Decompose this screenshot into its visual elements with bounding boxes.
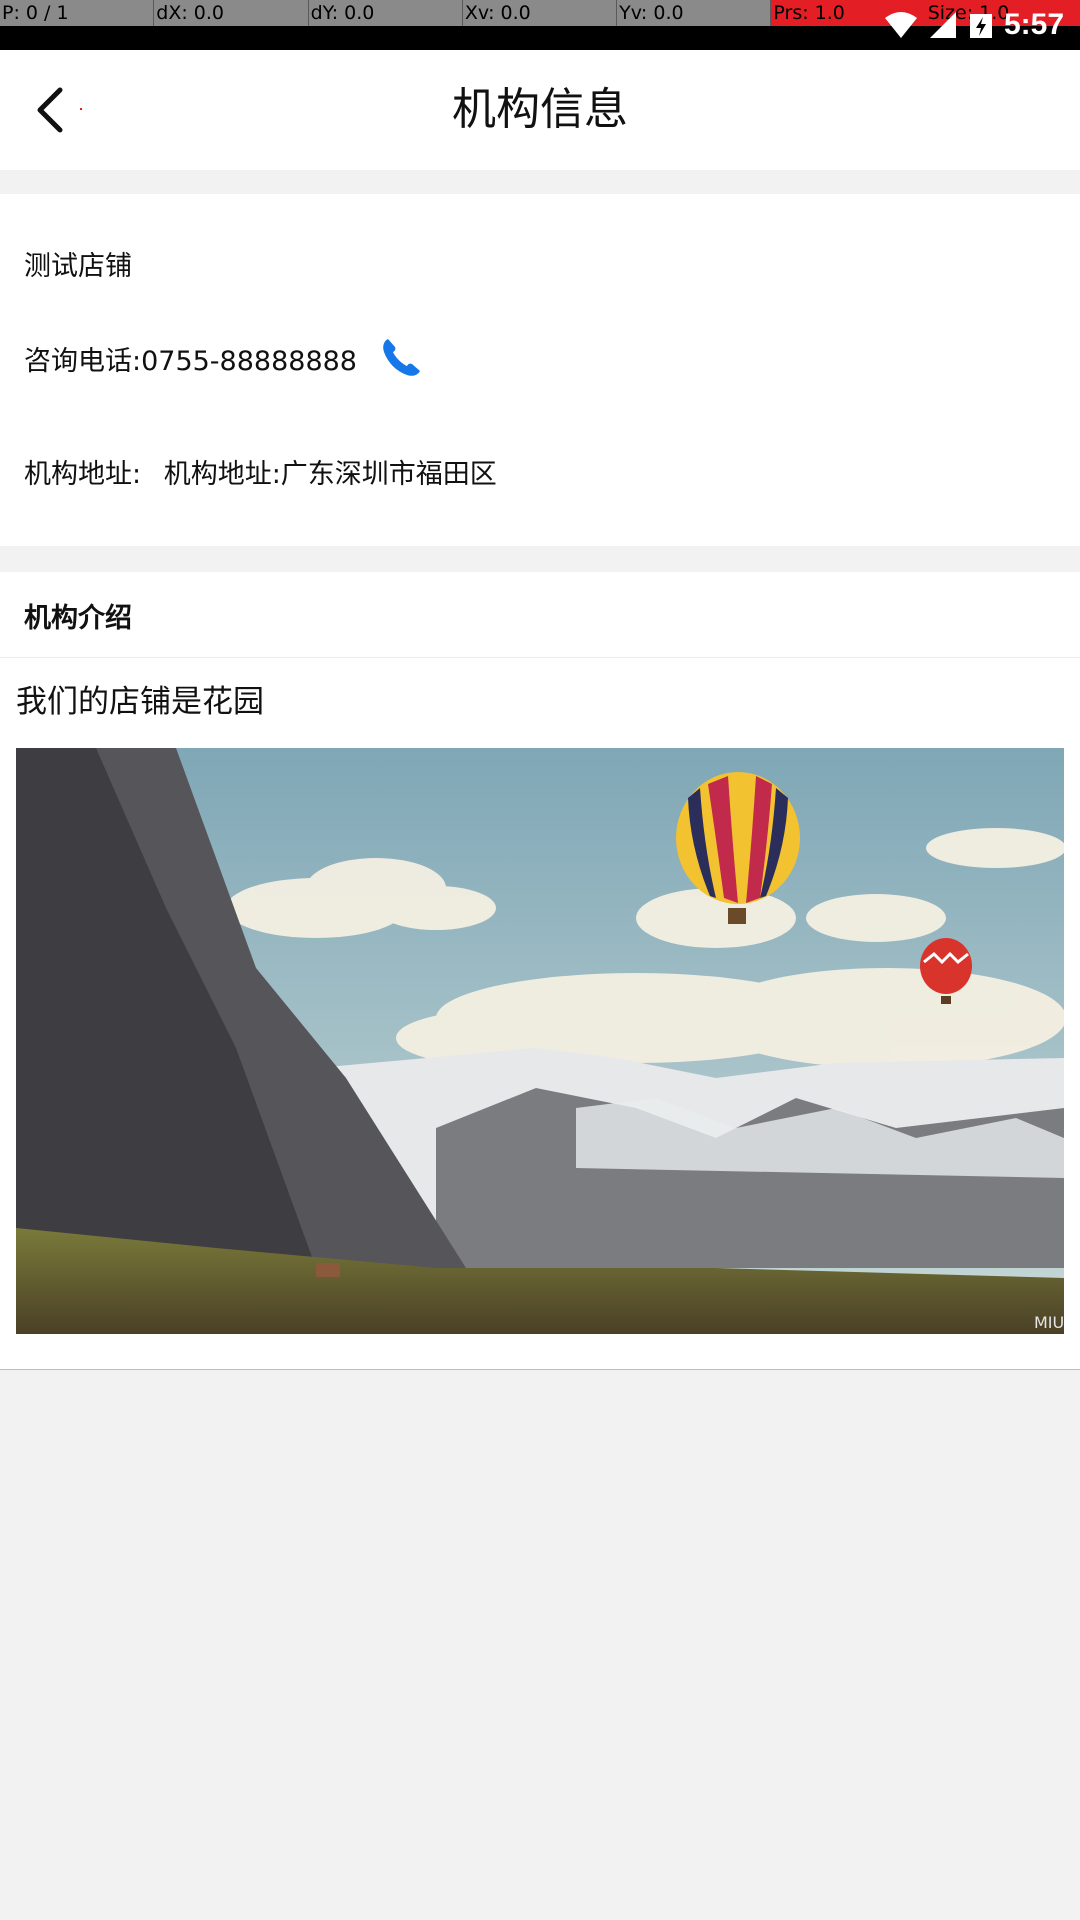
debug-xv: Xv: 0.0 [463,0,618,26]
landscape-balloons-image: MIUI [16,748,1064,1334]
address-row: 机构地址: 机构地址:广东深圳市福田区 [24,452,497,491]
phone-row: 咨询电话:0755-88888888 [24,336,423,380]
phone-label: 咨询电话:0755-88888888 [24,345,357,377]
signal-icon [929,12,956,38]
phone-icon[interactable] [379,336,423,380]
image-watermark: MIUI [1034,1313,1064,1332]
wifi-icon [884,12,917,38]
battery-charging-icon [969,14,992,38]
intro-section: 机构介绍 我们的店铺是花园 MIU [0,572,1080,1370]
debug-yv: Yv: 0.0 [617,0,772,26]
address-label: 机构地址: [24,459,142,490]
store-info-card: 测试店铺 咨询电话:0755-88888888 机构地址: 机构地址:广东深圳市… [0,194,1080,546]
address-value: 机构地址:广东深圳市福田区 [163,459,497,490]
nav-bar: 机构信息 [0,50,1080,170]
debug-pointer-count: P: 0 / 1 [0,0,155,26]
status-time: 5:57 [1003,8,1064,41]
landscape-illustration: MIUI [16,748,1064,1334]
debug-dx: dX: 0.0 [154,0,309,26]
intro-title: 机构介绍 [24,603,132,634]
page-title: 机构信息 [452,84,628,135]
intro-text: 我们的店铺是花园 [16,684,264,720]
debug-dy: dY: 0.0 [309,0,463,26]
app-screen: P: 0 / 1 dX: 0.0 dY: 0.0 Xv: 0.0 Yv: 0.0… [0,0,1080,1920]
status-icons: 5:57 [884,8,1064,42]
intro-header: 机构介绍 [0,572,1080,658]
store-name: 测试店铺 [24,251,132,282]
